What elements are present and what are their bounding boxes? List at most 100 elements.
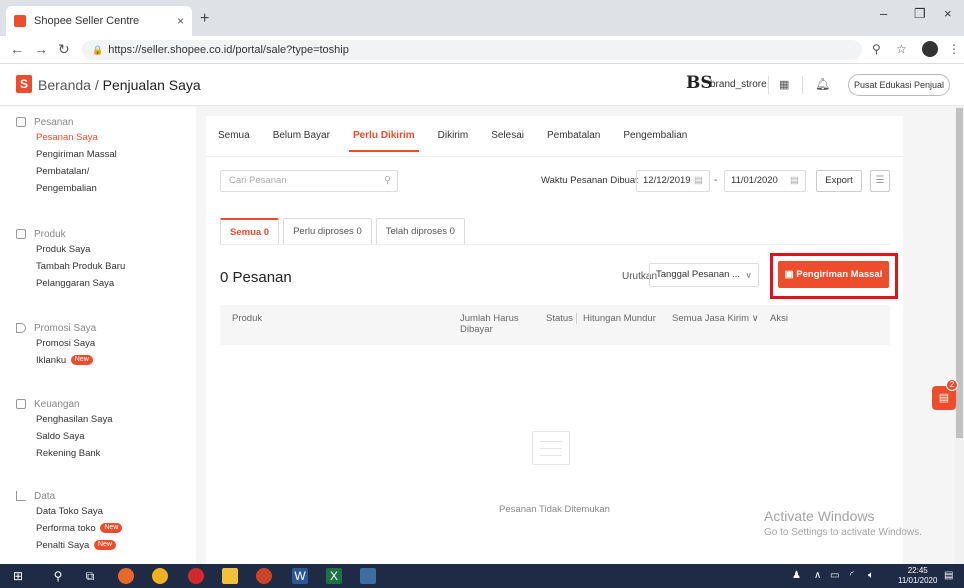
back-arrow-icon[interactable]: ← <box>10 41 24 57</box>
browser-tab[interactable]: Shopee Seller Centre × <box>6 6 192 36</box>
column-jumlah-line2: Dibayar <box>460 324 493 335</box>
tab-close-icon[interactable]: × <box>177 14 184 28</box>
clock-time: 22:45 <box>907 566 928 575</box>
brand-logo: BS <box>686 73 713 93</box>
bookmark-star-icon[interactable]: ☆ <box>896 42 907 56</box>
network-icon[interactable]: ▭ <box>830 570 839 581</box>
close-window-icon[interactable]: × <box>944 6 952 21</box>
page-scrollbar[interactable] <box>955 106 964 564</box>
tab-dikirim[interactable]: Dikirim <box>438 128 469 156</box>
subtab-perlu-diproses[interactable]: Perlu diproses 0 <box>283 218 372 244</box>
subtab-semua[interactable]: Semua 0 <box>220 218 280 244</box>
notifications-icon[interactable]: ▤ <box>944 570 953 581</box>
activate-windows-title: Activate Windows <box>764 508 875 524</box>
calendar-icon: ▤ <box>790 175 799 186</box>
scrollbar-thumb[interactable] <box>956 108 963 438</box>
sidebar-item-pembatalan[interactable]: Pembatalan/ <box>16 163 117 180</box>
chat-unread-badge: 2 <box>946 379 958 391</box>
sidebar: Pesanan Pesanan Saya Pengiriman Massal P… <box>0 107 196 564</box>
app-icon[interactable] <box>360 568 376 584</box>
search-icon[interactable]: ⚲ <box>384 171 391 191</box>
sidebar-item-saldo[interactable]: Saldo Saya <box>16 428 113 445</box>
column-hitungan-mundur: Hitungan Mundur <box>576 313 656 324</box>
mass-shipping-button[interactable]: ▣ Pengiriman Massal <box>778 261 889 288</box>
profile-avatar[interactable] <box>922 41 938 57</box>
people-icon[interactable]: ♟ <box>792 570 801 581</box>
tab-pengembalian[interactable]: Pengembalian <box>623 128 687 156</box>
sidebar-item-pesanan-saya[interactable]: Pesanan Saya <box>16 129 117 146</box>
opera-icon[interactable] <box>188 568 204 584</box>
subtab-telah-diproses[interactable]: Telah diproses 0 <box>375 218 465 244</box>
order-search-input[interactable]: Cari Pesanan ⚲ <box>220 170 398 192</box>
sort-select[interactable]: Tanggal Pesanan ... ∨ <box>649 263 759 287</box>
apps-grid-icon[interactable]: ▦ <box>779 78 789 91</box>
sidebar-group-produk: Produk Produk Saya Tambah Produk Baru Pe… <box>16 227 125 292</box>
brand-name[interactable]: brand_strore <box>710 79 767 90</box>
export-button[interactable]: Export <box>816 170 862 192</box>
browser-menu-icon[interactable]: ⋮ <box>948 42 960 56</box>
column-status: Status <box>546 313 573 324</box>
sidebar-item-performa-toko[interactable]: Performa toko New <box>16 520 123 537</box>
sidebar-item-tambah-produk[interactable]: Tambah Produk Baru <box>16 258 125 275</box>
sidebar-item-iklanku[interactable]: Iklanku New <box>16 352 96 369</box>
reload-icon[interactable]: ↻ <box>58 41 70 58</box>
sidebar-item-promosi-saya[interactable]: Promosi Saya <box>16 335 96 352</box>
minimize-icon[interactable]: – <box>880 6 887 21</box>
volume-icon[interactable]: 🔈︎ <box>868 570 874 581</box>
seller-education-button[interactable]: Pusat Edukasi Penjual <box>848 74 950 96</box>
sort-value: Tanggal Pesanan ... <box>656 269 740 280</box>
tab-selesai[interactable]: Selesai <box>491 128 524 156</box>
tab-pembatalan[interactable]: Pembatalan <box>547 128 600 156</box>
date-separator: - <box>714 175 718 186</box>
browser-tab-bar: Shopee Seller Centre × + – ❐ × <box>0 0 964 36</box>
chrome-icon[interactable] <box>152 568 168 584</box>
sidebar-item-pengembalian[interactable]: Pengembalian <box>16 180 117 197</box>
search-icon[interactable]: ⚲ <box>50 568 66 584</box>
clipboard-icon <box>16 117 26 127</box>
clock-date: 11/01/2020 <box>898 576 938 585</box>
tab-belum-bayar[interactable]: Belum Bayar <box>273 128 330 156</box>
maximize-icon[interactable]: ❐ <box>914 6 926 22</box>
tab-perlu-dikirim[interactable]: Perlu Dikirim <box>348 128 419 156</box>
sidebar-item-penalti[interactable]: Penalti Saya New <box>16 537 122 554</box>
firefox-icon[interactable] <box>118 568 134 584</box>
tab-title: Shopee Seller Centre <box>34 15 140 27</box>
word-icon[interactable]: W <box>292 568 308 584</box>
shopee-logo-icon[interactable]: S <box>16 75 32 93</box>
tray-chevron-icon[interactable]: ∧ <box>814 570 821 581</box>
sidebar-item-penghasilan[interactable]: Penghasilan Saya <box>16 411 113 428</box>
new-badge: New <box>100 523 123 534</box>
file-explorer-icon[interactable] <box>222 568 238 584</box>
empty-icon-line <box>540 455 562 456</box>
zoom-icon[interactable]: ⚲ <box>872 42 881 56</box>
column-produk: Produk <box>232 313 263 324</box>
sidebar-item-pengiriman-massal[interactable]: Pengiriman Massal <box>16 146 117 163</box>
sidebar-item-rekening-bank[interactable]: Rekening Bank <box>16 445 113 462</box>
list-menu-icon[interactable]: ☰ <box>870 170 890 192</box>
chevron-down-icon: ∨ <box>745 270 752 280</box>
taskbar-clock[interactable]: 22:45 11/01/2020 <box>898 566 937 586</box>
mass-shipping-label: Pengiriman Massal <box>796 269 883 280</box>
sidebar-item-data-toko[interactable]: Data Toko Saya <box>16 503 122 520</box>
chart-icon <box>16 491 26 501</box>
breadcrumb-home[interactable]: Beranda <box>38 77 91 93</box>
new-tab-button[interactable]: + <box>200 10 209 28</box>
box-icon <box>16 229 26 239</box>
sidebar-item-produk-saya[interactable]: Produk Saya <box>16 241 125 258</box>
sidebar-item-pelanggaran[interactable]: Pelanggaran Saya <box>16 275 125 292</box>
new-badge: New <box>93 540 116 551</box>
url-field[interactable]: 🔒 https://seller.shopee.co.id/portal/sal… <box>82 40 862 60</box>
wifi-icon[interactable]: ◜ <box>850 570 854 581</box>
tab-semua[interactable]: Semua <box>218 128 250 156</box>
windows-taskbar: ⊞ ⚲ ⧉ W X ♟ ∧ ▭ ◜ 🔈︎ 22:45 11/01/2020 ▤ <box>0 564 964 588</box>
date-from-field[interactable]: 12/12/2019 ▤ <box>636 170 710 192</box>
date-to-field[interactable]: 11/01/2020 ▤ <box>724 170 806 192</box>
windows-start-icon[interactable]: ⊞ <box>10 568 26 584</box>
calendar-icon: ▤ <box>694 175 703 186</box>
task-view-icon[interactable]: ⧉ <box>82 568 98 584</box>
notification-bell-icon[interactable]: 🔔︎ <box>815 77 830 91</box>
powerpoint-icon[interactable] <box>256 568 272 584</box>
forward-arrow-icon[interactable]: → <box>34 41 48 57</box>
courier-filter-dropdown[interactable]: Semua Jasa Kirim ∨ <box>672 313 759 324</box>
excel-icon[interactable]: X <box>326 568 342 584</box>
